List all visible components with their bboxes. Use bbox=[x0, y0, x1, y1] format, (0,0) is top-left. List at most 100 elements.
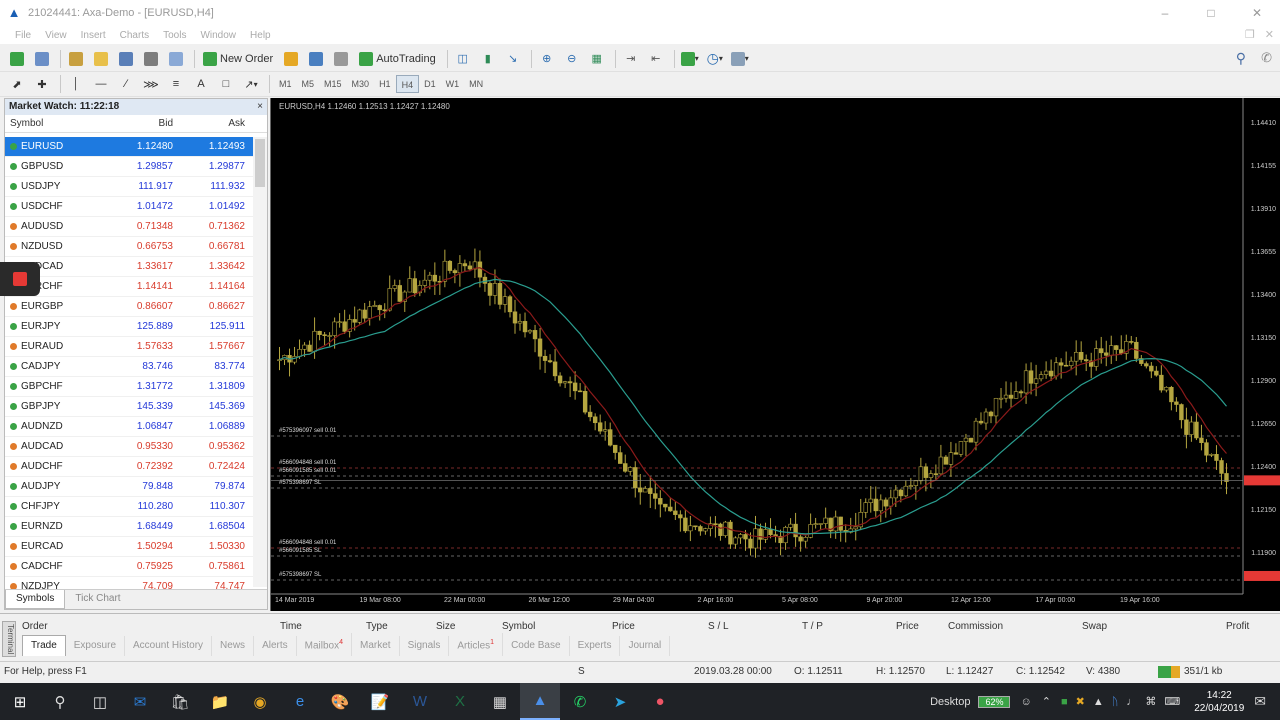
chat-icon[interactable]: ✆ bbox=[1261, 50, 1272, 66]
market-watch-row[interactable]: EURGBP 0.86607 0.86627 bbox=[5, 297, 253, 317]
indicators-button[interactable]: ▾ bbox=[679, 49, 701, 69]
market-watch-row[interactable]: GBPCHF 1.31772 1.31809 bbox=[5, 377, 253, 397]
market-watch-row[interactable]: CADCHF 0.75925 0.75861 bbox=[5, 557, 253, 577]
new-order-button[interactable]: New Order bbox=[199, 49, 277, 69]
options-button[interactable] bbox=[305, 49, 327, 69]
desktop-toolbar[interactable]: Desktop bbox=[930, 696, 970, 708]
telegram-icon[interactable]: ➤ bbox=[600, 683, 640, 720]
recorder-icon[interactable]: ● bbox=[640, 683, 680, 720]
terminal-column-header[interactable]: Swap bbox=[1082, 621, 1107, 632]
arrows-button[interactable]: ↗ ▾ bbox=[240, 74, 262, 94]
tf-m5[interactable]: M5 bbox=[297, 75, 320, 93]
horizontal-line-button[interactable]: — bbox=[90, 74, 112, 94]
menu-charts[interactable]: Charts bbox=[113, 30, 156, 41]
navigator-button[interactable] bbox=[90, 49, 112, 69]
column-symbol[interactable]: Symbol bbox=[5, 115, 105, 132]
bluetooth-icon[interactable]: ᚢ bbox=[1112, 696, 1119, 708]
tab-articles[interactable]: Articles1 bbox=[449, 632, 504, 656]
bar-chart-button[interactable]: ◫ bbox=[452, 49, 474, 69]
search-icon[interactable]: ⚲ bbox=[1236, 50, 1246, 67]
terminal-column-header[interactable]: Price bbox=[896, 621, 919, 632]
vertical-line-button[interactable]: │ bbox=[65, 74, 87, 94]
wifi-icon[interactable]: ⌘ bbox=[1145, 695, 1156, 708]
paint-icon[interactable]: 🎨 bbox=[320, 683, 360, 720]
tab-exposure[interactable]: Exposure bbox=[66, 636, 126, 656]
tf-h1[interactable]: H1 bbox=[374, 75, 396, 93]
candle-chart-button[interactable]: ▮ bbox=[477, 49, 499, 69]
terminal-column-header[interactable]: Symbol bbox=[502, 621, 535, 632]
fibonacci-button[interactable]: ≡ bbox=[165, 74, 187, 94]
excel-icon[interactable]: X bbox=[440, 683, 480, 720]
edge-icon[interactable]: e bbox=[280, 683, 320, 720]
network-icon[interactable]: ▲ bbox=[1093, 696, 1104, 708]
market-watch-row[interactable]: CHFJPY 110.280 110.307 bbox=[5, 497, 253, 517]
whatsapp-icon[interactable]: ✆ bbox=[560, 683, 600, 720]
market-watch-button[interactable] bbox=[65, 49, 87, 69]
scrollbar-thumb[interactable] bbox=[255, 139, 265, 187]
chevron-up-icon[interactable]: ⌃ bbox=[1042, 695, 1051, 708]
label-button[interactable]: □ bbox=[215, 74, 237, 94]
terminal-column-header[interactable]: Type bbox=[366, 621, 388, 632]
task-view-icon[interactable]: ◫ bbox=[80, 683, 120, 720]
channel-button[interactable]: ⋙ bbox=[140, 74, 162, 94]
tile-windows-button[interactable]: ▦ bbox=[586, 49, 608, 69]
tab-journal[interactable]: Journal bbox=[620, 636, 671, 656]
new-chart-button[interactable] bbox=[6, 49, 28, 69]
tf-m15[interactable]: M15 bbox=[319, 75, 347, 93]
autotrading-button[interactable]: AutoTrading bbox=[355, 49, 440, 69]
market-watch-row[interactable]: AUDUSD 0.71348 0.71362 bbox=[5, 217, 253, 237]
market-watch-row[interactable]: AUDJPY 79.848 79.874 bbox=[5, 477, 253, 497]
search-icon[interactable]: ⚲ bbox=[40, 683, 80, 720]
market-watch-row[interactable]: EURAUD 1.57633 1.57667 bbox=[5, 337, 253, 357]
word-icon[interactable]: W bbox=[400, 683, 440, 720]
market-watch-row[interactable]: GBPUSD 1.29857 1.29877 bbox=[5, 157, 253, 177]
tf-h4[interactable]: H4 bbox=[395, 75, 420, 93]
market-watch-row[interactable]: EURUSD 1.12480 1.12493 bbox=[5, 137, 253, 157]
column-bid[interactable]: Bid bbox=[105, 115, 177, 132]
tf-m1[interactable]: M1 bbox=[274, 75, 297, 93]
notepad-icon[interactable]: 📝 bbox=[360, 683, 400, 720]
tab-trade[interactable]: Trade bbox=[22, 635, 66, 656]
tf-d1[interactable]: D1 bbox=[419, 75, 441, 93]
close-icon[interactable]: × bbox=[257, 99, 263, 115]
people-icon[interactable]: ☺ bbox=[1020, 696, 1031, 708]
tab-tick-chart[interactable]: Tick Chart bbox=[65, 590, 130, 609]
text-button[interactable]: A bbox=[190, 74, 212, 94]
menu-window[interactable]: Window bbox=[193, 30, 243, 41]
file-explorer-icon[interactable]: 📁 bbox=[200, 683, 240, 720]
tab-code-base[interactable]: Code Base bbox=[503, 636, 570, 656]
maximize-button[interactable]: □ bbox=[1188, 0, 1234, 26]
tf-w1[interactable]: W1 bbox=[441, 75, 465, 93]
market-watch-row[interactable]: NZDUSD 0.66753 0.66781 bbox=[5, 237, 253, 257]
calculator-icon[interactable]: ▦ bbox=[480, 683, 520, 720]
clock[interactable]: 14:22 22/04/2019 bbox=[1194, 689, 1244, 715]
notifications-icon[interactable]: ✉ bbox=[1254, 693, 1266, 710]
metaeditor-button[interactable] bbox=[280, 49, 302, 69]
trendline-button[interactable]: ∕ bbox=[115, 74, 137, 94]
chart-shift-button[interactable]: ⇤ bbox=[645, 49, 667, 69]
tab-market[interactable]: Market bbox=[352, 636, 400, 656]
market-watch-row[interactable]: USDCHF 1.01472 1.01492 bbox=[5, 197, 253, 217]
tab-alerts[interactable]: Alerts bbox=[254, 636, 297, 656]
tf-m30[interactable]: M30 bbox=[347, 75, 375, 93]
tab-account-history[interactable]: Account History bbox=[125, 636, 213, 656]
chrome-icon[interactable]: ◉ bbox=[240, 683, 280, 720]
column-ask[interactable]: Ask bbox=[177, 115, 249, 132]
tab-mailbox[interactable]: Mailbox4 bbox=[297, 632, 352, 656]
market-watch-row[interactable]: AUDNZD 1.06847 1.06889 bbox=[5, 417, 253, 437]
data-window-button[interactable] bbox=[115, 49, 137, 69]
strategy-button[interactable] bbox=[330, 49, 352, 69]
market-watch-row[interactable]: USDCAD 1.33617 1.33642 bbox=[5, 257, 253, 277]
auto-scroll-button[interactable]: ⇥ bbox=[620, 49, 642, 69]
start-icon[interactable]: ⊞ bbox=[0, 683, 40, 720]
tf-mn[interactable]: MN bbox=[464, 75, 488, 93]
terminal-column-header[interactable]: Commission bbox=[948, 621, 1003, 632]
tab-symbols[interactable]: Symbols bbox=[5, 590, 66, 609]
crosshair-button[interactable]: ✚ bbox=[31, 74, 53, 94]
close-child-icon[interactable]: ✕ bbox=[1265, 28, 1274, 41]
market-watch-row[interactable]: AUDCHF 0.72392 0.72424 bbox=[5, 457, 253, 477]
tab-signals[interactable]: Signals bbox=[400, 636, 450, 656]
terminal-column-header[interactable]: Price bbox=[612, 621, 635, 632]
battery-meter[interactable]: 62% bbox=[978, 695, 1011, 708]
minimize-button[interactable]: – bbox=[1142, 0, 1188, 26]
